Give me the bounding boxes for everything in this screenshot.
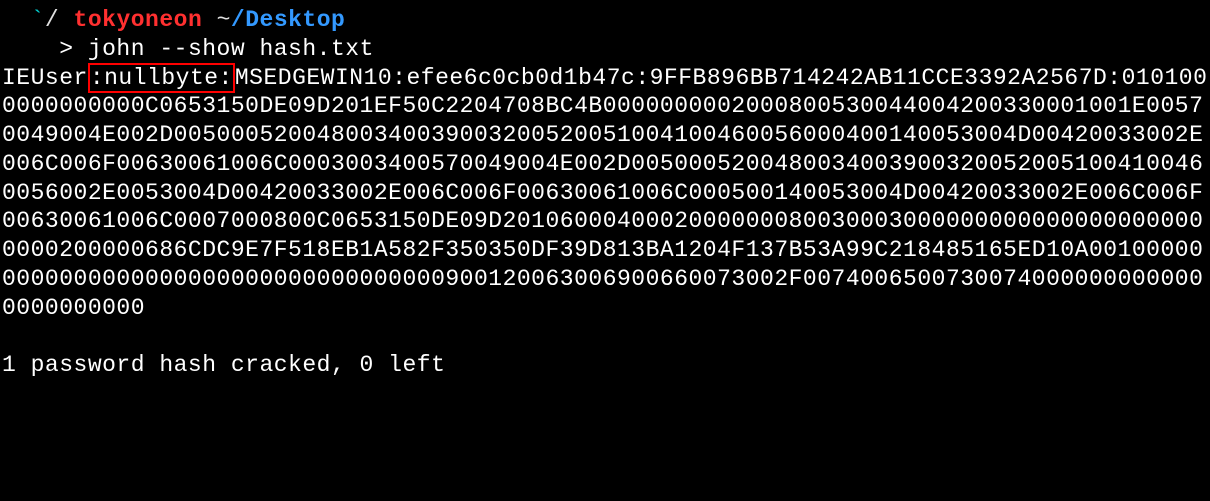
- command-prefix: >: [2, 36, 88, 62]
- output-hash: MSEDGEWIN10:efee6c0cb0d1b47c:9FFB896BB71…: [2, 65, 1207, 321]
- output-line: IEUser:nullbyte:MSEDGEWIN10:efee6c0cb0d1…: [2, 64, 1208, 323]
- output-prefix: IEUser: [2, 65, 88, 91]
- prompt-slash: /: [45, 7, 59, 33]
- prompt-dir: Desktop: [245, 7, 345, 33]
- prompt-slash2: /: [231, 7, 245, 33]
- command-line[interactable]: > john --show hash.txt: [2, 35, 1208, 64]
- prompt-line: `/ tokyoneon ~/Desktop: [2, 6, 1208, 35]
- command-text: john --show hash.txt: [88, 36, 374, 62]
- cracked-password-highlight: :nullbyte:: [88, 63, 235, 93]
- prompt-backtick: `: [31, 7, 45, 33]
- prompt-user: tokyoneon: [74, 7, 203, 33]
- blank-line: [2, 322, 1208, 351]
- prompt-tilde: ~: [217, 7, 231, 33]
- output-highlight: :nullbyte:: [90, 65, 233, 91]
- summary-line: 1 password hash cracked, 0 left: [2, 351, 1208, 380]
